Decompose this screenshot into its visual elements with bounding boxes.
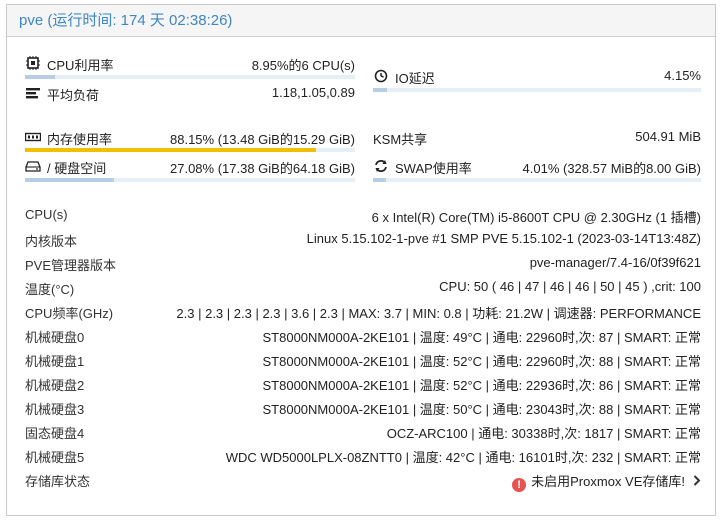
hdd-icon: [25, 159, 41, 173]
info-row-label: 机械硬盘3: [25, 402, 85, 417]
root-disk-usage-value: 27.08% (17.38 GiB的64.18 GiB): [170, 161, 355, 176]
cpu-icon: [25, 56, 41, 70]
swap-usage-value: 4.01% (328.57 MiB的8.00 GiB): [522, 161, 701, 176]
root-disk-usage: / 硬盘空间 27.08% (17.38 GiB的64.18 GiB): [25, 156, 355, 176]
info-row-repository-status[interactable]: 存储库状态 ! 未启用Proxmox VE存储库!: [25, 469, 701, 492]
ksm-sharing-value: 504.91 MiB: [635, 129, 701, 144]
memory-usage-bar-fill: [25, 148, 316, 152]
info-row-value: ST8000NM000A-2KE101 | 温度: 49°C | 通电: 229…: [262, 330, 702, 345]
info-row-label: 机械硬盘1: [25, 354, 85, 369]
info-row-label: 固态硬盘4: [25, 426, 85, 441]
swap-icon: [373, 159, 389, 173]
info-row-label: 温度(°C): [25, 282, 75, 297]
info-row-ssd4: 固态硬盘4 OCZ-ARC100 | 通电: 30338时,次: 1817 | …: [25, 421, 701, 441]
swap-usage-label: SWAP使用率: [395, 161, 472, 176]
root-disk-usage-bar: [25, 178, 355, 182]
cpu-usage-bar-fill: [25, 75, 55, 79]
memory-icon: [24, 130, 42, 144]
io-delay: IO延迟 4.15%: [373, 66, 701, 86]
info-row-value: CPU: 50 ( 46 | 47 | 46 | 46 | 50 | 45 ) …: [439, 279, 701, 294]
info-row-value: pve-manager/7.4-16/0f39f621: [529, 255, 701, 270]
load-average-icon: [25, 86, 41, 100]
io-delay-bar-fill: [373, 88, 387, 92]
info-row-label: 机械硬盘5: [25, 450, 85, 465]
info-row-value: WDC WD5000LPLX-08ZNTT0 | 温度: 42°C | 通电: …: [225, 450, 701, 465]
cpu-usage-bar: [25, 75, 355, 79]
node-summary-panel: pve (运行时间: 174 天 02:38:26) CPU利用率 8.95%的…: [6, 4, 716, 516]
swap-usage-bar: [373, 178, 701, 182]
info-row-label: 内核版本: [25, 234, 78, 249]
info-row-temperature: 温度(°C) CPU: 50 ( 46 | 47 | 46 | 46 | 50 …: [25, 277, 701, 297]
ksm-sharing-label: KSM共享: [373, 132, 428, 147]
info-row-hdd1: 机械硬盘1 ST8000NM000A-2KE101 | 温度: 52°C | 通…: [25, 349, 701, 369]
memory-usage-bar: [25, 148, 355, 152]
io-delay-label: IO延迟: [395, 71, 435, 86]
cpu-usage: CPU利用率 8.95%的6 CPU(s): [25, 53, 355, 73]
info-row-cpus: CPU(s) 6 x Intel(R) Core(TM) i5-8600T CP…: [25, 205, 701, 225]
info-row-label: 机械硬盘2: [25, 378, 85, 393]
info-row-value: ST8000NM000A-2KE101 | 温度: 50°C | 通电: 230…: [262, 402, 702, 417]
info-row-cpu-frequency: CPU频率(GHz) 2.3 | 2.3 | 2.3 | 2.3 | 3.6 |…: [25, 301, 701, 321]
swap-usage-bar-fill: [373, 178, 387, 182]
info-row-label: CPU频率(GHz): [25, 306, 114, 321]
root-disk-usage-bar-fill: [25, 178, 115, 182]
ksm-sharing: KSM共享 504.91 MiB: [373, 127, 701, 147]
info-row-label: PVE管理器版本: [25, 258, 117, 273]
repository-status-label: 存储库状态: [25, 474, 91, 489]
info-row-value: 2.3 | 2.3 | 2.3 | 2.3 | 3.6 | 2.3 | MAX:…: [176, 306, 701, 321]
swap-usage: SWAP使用率 4.01% (328.57 MiB的8.00 GiB): [373, 156, 701, 176]
load-average: 平均负荷 1.18,1.05,0.89: [25, 83, 355, 103]
load-average-label: 平均负荷: [47, 88, 100, 103]
io-delay-icon: [373, 69, 389, 83]
memory-usage-label: 内存使用率: [47, 132, 113, 147]
io-delay-value: 4.15%: [664, 68, 701, 83]
info-row-hdd3: 机械硬盘3 ST8000NM000A-2KE101 | 温度: 50°C | 通…: [25, 397, 701, 417]
info-row-kernel: 内核版本 Linux 5.15.102-1-pve #1 SMP PVE 5.1…: [25, 229, 701, 249]
info-row-value: 6 x Intel(R) Core(TM) i5-8600T CPU @ 2.3…: [371, 210, 701, 225]
cpu-usage-label: CPU利用率: [47, 58, 114, 73]
io-delay-bar: [373, 88, 701, 92]
memory-usage: 内存使用率 88.15% (13.48 GiB的15.29 GiB): [24, 127, 355, 147]
info-row-hdd5: 机械硬盘5 WDC WD5000LPLX-08ZNTT0 | 温度: 42°C …: [25, 445, 701, 465]
info-row-label: 机械硬盘0: [25, 330, 85, 345]
chevron-right-icon[interactable]: [693, 474, 701, 489]
repository-status-text: 未启用Proxmox VE存储库!: [531, 474, 685, 489]
info-row-hdd2: 机械硬盘2 ST8000NM000A-2KE101 | 温度: 52°C | 通…: [25, 373, 701, 393]
root-disk-usage-label: / 硬盘空间: [47, 161, 107, 176]
info-row-value: Linux 5.15.102-1-pve #1 SMP PVE 5.15.102…: [306, 231, 701, 246]
info-row-value: ST8000NM000A-2KE101 | 温度: 52°C | 通电: 229…: [262, 378, 702, 393]
error-icon: !: [512, 478, 527, 492]
repository-status-link[interactable]: ! 未启用Proxmox VE存储库!: [512, 471, 701, 492]
info-row-pve-version: PVE管理器版本 pve-manager/7.4-16/0f39f621: [25, 253, 701, 273]
info-row-label: CPU(s): [25, 207, 68, 222]
memory-usage-value: 88.15% (13.48 GiB的15.29 GiB): [170, 132, 355, 147]
cpu-usage-value: 8.95%的6 CPU(s): [251, 58, 355, 73]
load-average-value: 1.18,1.05,0.89: [271, 85, 355, 100]
info-row-value: OCZ-ARC100 | 通电: 30338时,次: 1817 | SMART:…: [386, 426, 701, 441]
info-row-value: ST8000NM000A-2KE101 | 温度: 52°C | 通电: 229…: [262, 354, 702, 369]
panel-title: pve (运行时间: 174 天 02:38:26): [7, 5, 715, 37]
info-row-hdd0: 机械硬盘0 ST8000NM000A-2KE101 | 温度: 49°C | 通…: [25, 325, 701, 345]
